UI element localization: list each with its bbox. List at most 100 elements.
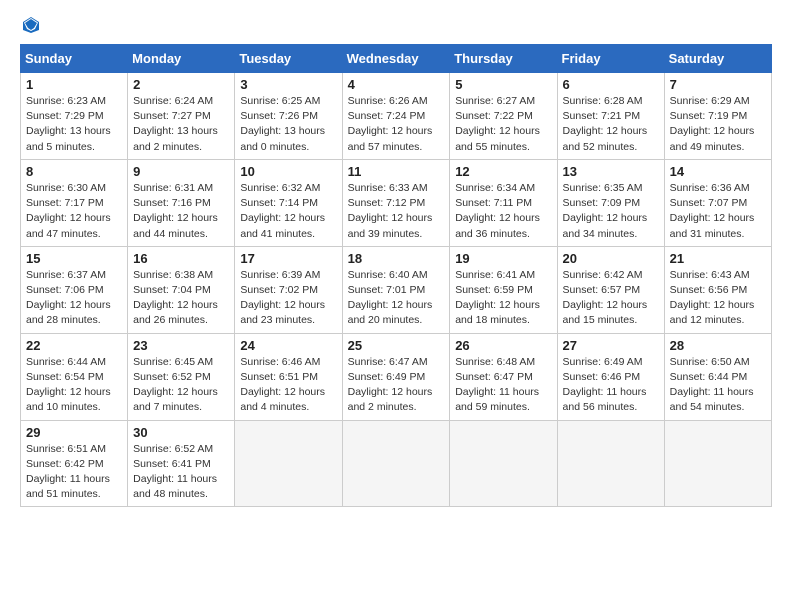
day-info: Sunrise: 6:45 AM Sunset: 6:52 PM Dayligh… [133,355,229,416]
calendar-day-cell: 7 Sunrise: 6:29 AM Sunset: 7:19 PM Daylig… [664,73,771,160]
day-number: 1 [26,77,122,92]
day-of-week-header: Sunday [21,45,128,73]
day-info: Sunrise: 6:36 AM Sunset: 7:07 PM Dayligh… [670,181,766,242]
day-number: 2 [133,77,229,92]
calendar-day-cell: 11 Sunrise: 6:33 AM Sunset: 7:12 PM Dayli… [342,159,450,246]
calendar-day-cell: 1 Sunrise: 6:23 AM Sunset: 7:29 PM Daylig… [21,73,128,160]
day-number: 3 [240,77,336,92]
day-number: 13 [563,164,659,179]
day-info: Sunrise: 6:52 AM Sunset: 6:41 PM Dayligh… [133,442,229,503]
day-info: Sunrise: 6:23 AM Sunset: 7:29 PM Dayligh… [26,94,122,155]
calendar-day-cell: 5 Sunrise: 6:27 AM Sunset: 7:22 PM Daylig… [450,73,557,160]
calendar-day-cell: 19 Sunrise: 6:41 AM Sunset: 6:59 PM Dayli… [450,246,557,333]
day-info: Sunrise: 6:50 AM Sunset: 6:44 PM Dayligh… [670,355,766,416]
day-info: Sunrise: 6:47 AM Sunset: 6:49 PM Dayligh… [348,355,445,416]
day-number: 4 [348,77,445,92]
logo-flag-icon [22,16,40,34]
calendar-day-cell: 21 Sunrise: 6:43 AM Sunset: 6:56 PM Dayli… [664,246,771,333]
day-number: 27 [563,338,659,353]
calendar-week-row: 22 Sunrise: 6:44 AM Sunset: 6:54 PM Dayli… [21,333,772,420]
calendar-day-cell: 9 Sunrise: 6:31 AM Sunset: 7:16 PM Daylig… [128,159,235,246]
day-info: Sunrise: 6:44 AM Sunset: 6:54 PM Dayligh… [26,355,122,416]
calendar-day-cell: 15Sunrise: 6:37 AM Sunset: 7:06 PM Dayli… [21,246,128,333]
empty-cell [557,420,664,507]
calendar-day-cell: 18Sunrise: 6:40 AM Sunset: 7:01 PM Dayli… [342,246,450,333]
day-info: Sunrise: 6:29 AM Sunset: 7:19 PM Dayligh… [670,94,766,155]
day-info: Sunrise: 6:32 AM Sunset: 7:14 PM Dayligh… [240,181,336,242]
calendar-day-cell: 13 Sunrise: 6:35 AM Sunset: 7:09 PM Dayli… [557,159,664,246]
day-of-week-header: Thursday [450,45,557,73]
empty-cell [664,420,771,507]
day-number: 20 [563,251,659,266]
calendar-day-cell: 12 Sunrise: 6:34 AM Sunset: 7:11 PM Dayli… [450,159,557,246]
day-number: 9 [133,164,229,179]
calendar-day-cell: 25 Sunrise: 6:47 AM Sunset: 6:49 PM Dayli… [342,333,450,420]
day-of-week-header: Wednesday [342,45,450,73]
calendar-day-cell: 8 Sunrise: 6:30 AM Sunset: 7:17 PM Daylig… [21,159,128,246]
day-info: Sunrise: 6:28 AM Sunset: 7:21 PM Dayligh… [563,94,659,155]
day-info: Sunrise: 6:26 AM Sunset: 7:24 PM Dayligh… [348,94,445,155]
calendar-week-row: 8 Sunrise: 6:30 AM Sunset: 7:17 PM Daylig… [21,159,772,246]
day-number: 19 [455,251,551,266]
day-number: 29 [26,425,122,440]
day-number: 12 [455,164,551,179]
day-number: 11 [348,164,445,179]
day-info: Sunrise: 6:35 AM Sunset: 7:09 PM Dayligh… [563,181,659,242]
day-info: Sunrise: 6:48 AM Sunset: 6:47 PM Dayligh… [455,355,551,416]
day-number: 26 [455,338,551,353]
day-number: 21 [670,251,766,266]
day-info: Sunrise: 6:25 AM Sunset: 7:26 PM Dayligh… [240,94,336,155]
calendar-day-cell: 20 Sunrise: 6:42 AM Sunset: 6:57 PM Dayli… [557,246,664,333]
calendar-day-cell: 23 Sunrise: 6:45 AM Sunset: 6:52 PM Dayli… [128,333,235,420]
day-of-week-header: Tuesday [235,45,342,73]
day-info: Sunrise: 6:43 AM Sunset: 6:56 PM Dayligh… [670,268,766,329]
calendar-day-cell: 4 Sunrise: 6:26 AM Sunset: 7:24 PM Daylig… [342,73,450,160]
day-info: Sunrise: 6:39 AM Sunset: 7:02 PM Dayligh… [240,268,336,329]
day-number: 30 [133,425,229,440]
day-number: 24 [240,338,336,353]
day-number: 7 [670,77,766,92]
day-number: 28 [670,338,766,353]
day-number: 25 [348,338,445,353]
calendar-day-cell: 17 Sunrise: 6:39 AM Sunset: 7:02 PM Dayli… [235,246,342,333]
day-number: 6 [563,77,659,92]
page-header [20,16,772,34]
calendar-day-cell: 2 Sunrise: 6:24 AM Sunset: 7:27 PM Daylig… [128,73,235,160]
day-number: 15 [26,251,122,266]
day-info: Sunrise: 6:38 AM Sunset: 7:04 PM Dayligh… [133,268,229,329]
day-number: 17 [240,251,336,266]
day-info: Sunrise: 6:42 AM Sunset: 6:57 PM Dayligh… [563,268,659,329]
empty-cell [450,420,557,507]
day-info: Sunrise: 6:49 AM Sunset: 6:46 PM Dayligh… [563,355,659,416]
day-number: 10 [240,164,336,179]
day-info: Sunrise: 6:30 AM Sunset: 7:17 PM Dayligh… [26,181,122,242]
calendar-day-cell: 30 Sunrise: 6:52 AM Sunset: 6:41 PM Dayli… [128,420,235,507]
calendar-day-cell: 6 Sunrise: 6:28 AM Sunset: 7:21 PM Daylig… [557,73,664,160]
calendar-week-row: 15Sunrise: 6:37 AM Sunset: 7:06 PM Dayli… [21,246,772,333]
day-number: 23 [133,338,229,353]
calendar-day-cell: 3 Sunrise: 6:25 AM Sunset: 7:26 PM Daylig… [235,73,342,160]
day-number: 16 [133,251,229,266]
day-info: Sunrise: 6:31 AM Sunset: 7:16 PM Dayligh… [133,181,229,242]
calendar-day-cell: 10 Sunrise: 6:32 AM Sunset: 7:14 PM Dayli… [235,159,342,246]
calendar-day-cell: 29Sunrise: 6:51 AM Sunset: 6:42 PM Dayli… [21,420,128,507]
calendar-table: SundayMondayTuesdayWednesdayThursdayFrid… [20,44,772,507]
calendar-day-cell: 16 Sunrise: 6:38 AM Sunset: 7:04 PM Dayli… [128,246,235,333]
calendar-day-cell: 28 Sunrise: 6:50 AM Sunset: 6:44 PM Dayli… [664,333,771,420]
day-info: Sunrise: 6:27 AM Sunset: 7:22 PM Dayligh… [455,94,551,155]
calendar-week-row: 1 Sunrise: 6:23 AM Sunset: 7:29 PM Daylig… [21,73,772,160]
calendar-day-cell: 14 Sunrise: 6:36 AM Sunset: 7:07 PM Dayli… [664,159,771,246]
day-number: 8 [26,164,122,179]
day-info: Sunrise: 6:24 AM Sunset: 7:27 PM Dayligh… [133,94,229,155]
day-info: Sunrise: 6:41 AM Sunset: 6:59 PM Dayligh… [455,268,551,329]
empty-cell [235,420,342,507]
day-number: 22 [26,338,122,353]
day-number: 5 [455,77,551,92]
calendar-day-cell: 22 Sunrise: 6:44 AM Sunset: 6:54 PM Dayli… [21,333,128,420]
day-info: Sunrise: 6:33 AM Sunset: 7:12 PM Dayligh… [348,181,445,242]
empty-cell [342,420,450,507]
logo [20,16,40,34]
calendar-day-cell: 27 Sunrise: 6:49 AM Sunset: 6:46 PM Dayli… [557,333,664,420]
day-number: 14 [670,164,766,179]
day-info: Sunrise: 6:34 AM Sunset: 7:11 PM Dayligh… [455,181,551,242]
